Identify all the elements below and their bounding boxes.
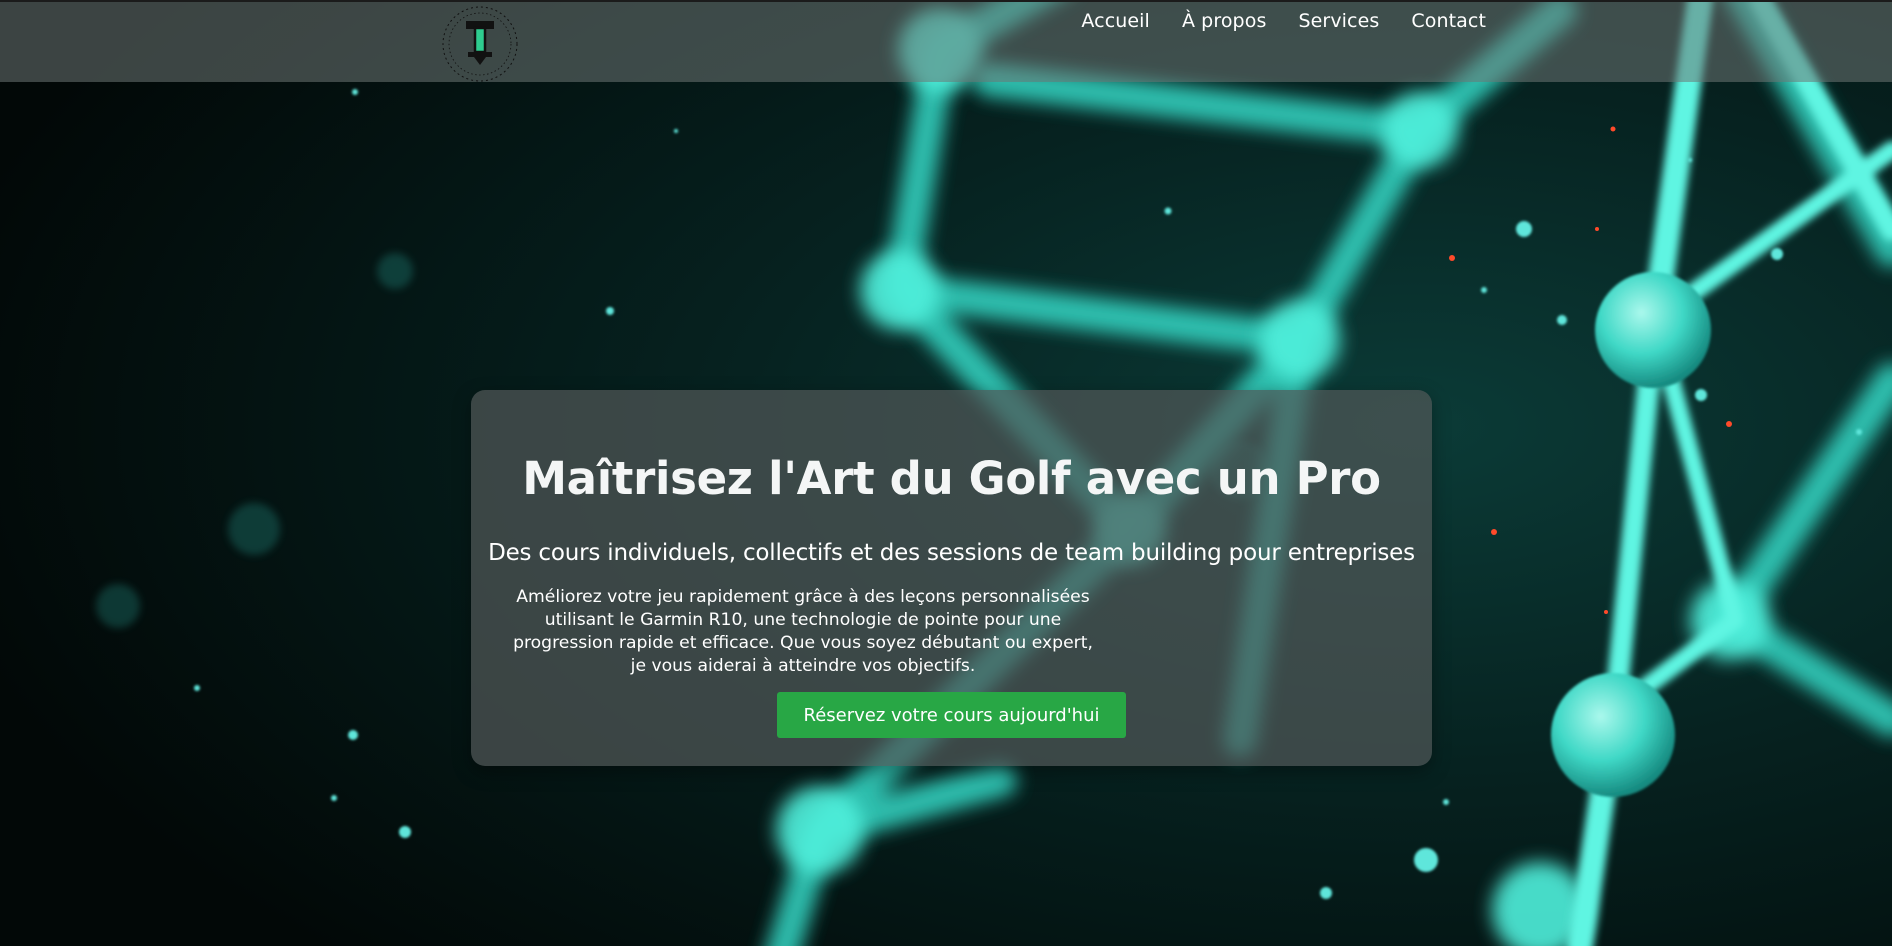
nav-link-services[interactable]: Services — [1298, 10, 1379, 32]
hero-description-line: progression rapide et efficace. Que vous… — [513, 633, 1093, 653]
hero-section: Accueil À propos Services Contact Maîtri… — [0, 0, 1892, 946]
top-navigation-bar: Accueil À propos Services Contact — [0, 0, 1892, 82]
book-lesson-button[interactable]: Réservez votre cours aujourd'hui — [777, 692, 1126, 738]
main-nav: Accueil À propos Services Contact — [1081, 10, 1486, 32]
nav-link-accueil[interactable]: Accueil — [1081, 10, 1150, 32]
hero-description-line: Améliorez votre jeu rapidement grâce à d… — [516, 587, 1090, 607]
golf-tee-logo-icon[interactable] — [438, 4, 522, 88]
nav-link-a-propos[interactable]: À propos — [1182, 10, 1267, 32]
hero-description-line: utilisant le Garmin R10, une technologie… — [544, 610, 1062, 630]
hero-description-line: je vous aiderai à atteindre vos objectif… — [630, 656, 976, 676]
hero-subtitle: Des cours individuels, collectifs et des… — [488, 540, 1415, 566]
hero-card: Maîtrisez l'Art du Golf avec un Pro Des … — [471, 390, 1432, 766]
hero-description: Améliorez votre jeu rapidement grâce à d… — [513, 586, 1093, 678]
hero-title: Maîtrisez l'Art du Golf avec un Pro — [522, 452, 1381, 505]
nav-link-contact[interactable]: Contact — [1411, 10, 1486, 32]
